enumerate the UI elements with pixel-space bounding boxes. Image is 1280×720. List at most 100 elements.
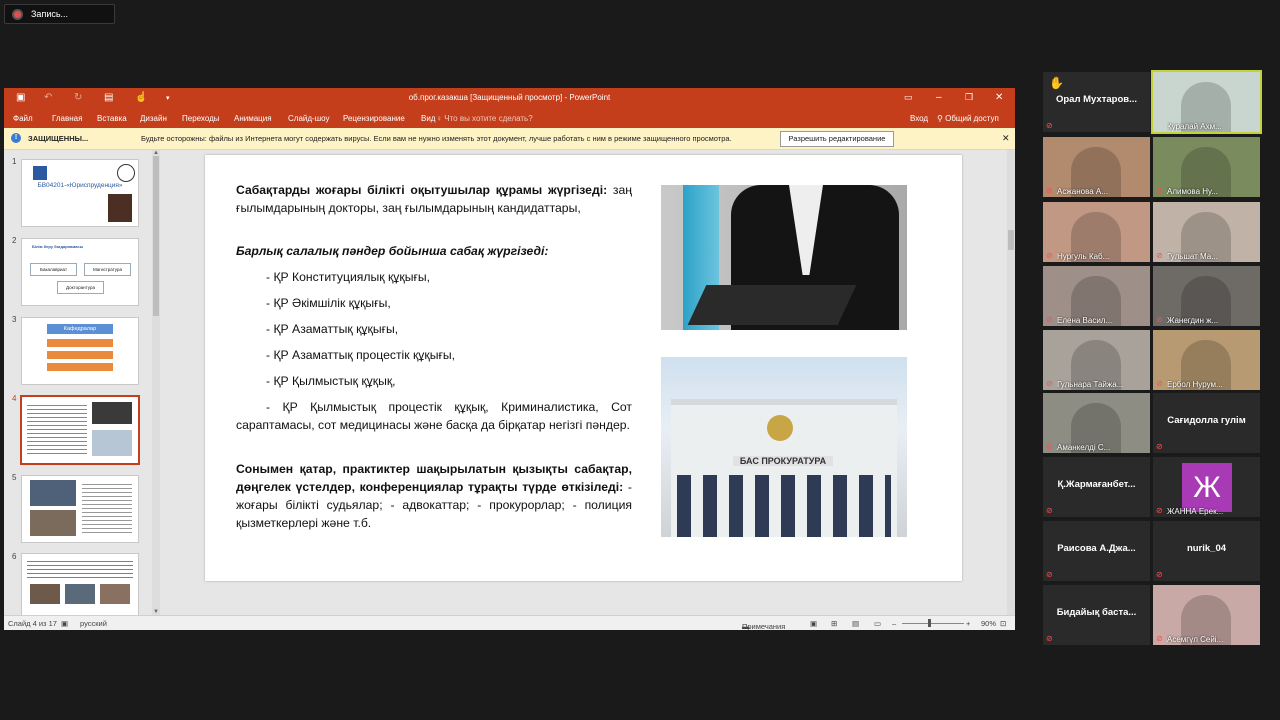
minimize-icon[interactable]: – bbox=[936, 92, 942, 103]
slide-thumb-6[interactable] bbox=[21, 553, 139, 621]
thumb-photo bbox=[100, 584, 130, 604]
language[interactable]: русский bbox=[80, 619, 107, 628]
thumb-text-lines bbox=[27, 558, 133, 578]
thumb-building-image bbox=[92, 430, 132, 456]
signin-link[interactable]: Вход bbox=[910, 114, 928, 123]
participant-tile[interactable]: Нургуль Каб... ⊘ bbox=[1043, 202, 1150, 262]
slide-thumb-1[interactable]: БВ04201-«Юриспруденция» bbox=[21, 159, 139, 227]
tab-animation[interactable]: Анимация bbox=[234, 114, 272, 123]
normal-view-icon[interactable]: ▣ bbox=[810, 619, 817, 628]
slide-canvas: Сабақтарды жоғары білікті оқытушылар құр… bbox=[163, 150, 1005, 615]
participant-tile[interactable]: Гульшат Ма... ⊘ bbox=[1153, 202, 1260, 262]
tell-me-search[interactable]: ♀ Что вы хотите сделать? bbox=[436, 114, 533, 123]
thumb-number: 1 bbox=[12, 157, 17, 166]
participant-name: Жанегдин ж... bbox=[1167, 316, 1219, 325]
tab-insert[interactable]: Вставка bbox=[97, 114, 127, 123]
participant-tile[interactable]: Орал Мухтаров... ✋ ⊘ bbox=[1043, 72, 1150, 132]
participant-tile[interactable]: Гульнара Тайжа... ⊘ bbox=[1043, 330, 1150, 390]
tab-review[interactable]: Рецензирование bbox=[343, 114, 405, 123]
scroll-thumb[interactable] bbox=[153, 156, 159, 316]
thumb-photo bbox=[30, 510, 76, 536]
seal-icon bbox=[117, 164, 135, 182]
close-icon[interactable]: ✕ bbox=[995, 92, 1003, 103]
tell-me-placeholder: Что вы хотите сделать? bbox=[444, 114, 533, 123]
participant-name: Раисова А.Джа... bbox=[1057, 543, 1136, 554]
zoom-out-icon[interactable]: – bbox=[892, 619, 896, 628]
scroll-thumb[interactable] bbox=[1008, 230, 1014, 250]
thumb-box-master: Магистратура bbox=[84, 263, 131, 276]
record-icon bbox=[14, 10, 21, 18]
avatar: Ж bbox=[1182, 463, 1232, 512]
muted-mic-icon: ⊘ bbox=[1156, 186, 1163, 195]
enable-editing-button[interactable]: Разрешить редактирование bbox=[780, 131, 894, 147]
fit-slide-icon[interactable]: ⊡ bbox=[1000, 619, 1006, 628]
zoom-level[interactable]: 90% bbox=[981, 619, 996, 628]
subject-item-last: - ҚР Қылмыстық процестік құқық, Криминал… bbox=[236, 400, 632, 432]
share-label: Общий доступ bbox=[945, 114, 999, 123]
subject-item: - ҚР Азаматтық процестік құқығы, bbox=[266, 348, 456, 362]
books-image bbox=[108, 194, 132, 222]
participant-tile[interactable]: Раисова А.Джа... ⊘ bbox=[1043, 521, 1150, 581]
slide-thumb-3[interactable]: Кафедралар bbox=[21, 317, 139, 385]
windows-row bbox=[677, 475, 891, 537]
participant-name: Қ.Жармағанбет... bbox=[1057, 479, 1136, 490]
thumb-text-lines bbox=[27, 402, 87, 456]
slide-thumb-2[interactable]: Білім беру бағдарламасы Бакалавриат Маги… bbox=[21, 238, 139, 306]
participant-tile[interactable]: Елена Васил... ⊘ bbox=[1043, 266, 1150, 326]
zoom-in-icon[interactable]: + bbox=[966, 619, 970, 628]
participant-tile[interactable]: Куралай Ахм... bbox=[1151, 70, 1262, 134]
tab-file[interactable]: Файл bbox=[13, 114, 33, 123]
muted-mic-icon: ⊘ bbox=[1046, 121, 1053, 130]
participant-tile[interactable]: Асжанова А... ⊘ bbox=[1043, 137, 1150, 197]
slide-thumb-4[interactable] bbox=[20, 395, 140, 465]
participant-tile[interactable]: Жанегдин ж... ⊘ bbox=[1153, 266, 1260, 326]
tab-slideshow[interactable]: Слайд-шоу bbox=[288, 114, 329, 123]
participant-tile[interactable]: Аманкелді С... ⊘ bbox=[1043, 393, 1150, 453]
muted-mic-icon: ⊘ bbox=[1046, 186, 1053, 195]
thumb-text-lines bbox=[82, 481, 132, 535]
muted-mic-icon: ⊘ bbox=[1156, 315, 1163, 324]
muted-mic-icon: ⊘ bbox=[1046, 442, 1053, 451]
participant-tile[interactable]: Қ.Жармағанбет... ⊘ bbox=[1043, 457, 1150, 517]
participant-name: Гульнара Тайжа... bbox=[1057, 380, 1124, 389]
zoom-slider-thumb[interactable] bbox=[928, 619, 931, 627]
participant-name: Гульшат Ма... bbox=[1167, 252, 1218, 261]
muted-mic-icon: ⊘ bbox=[1156, 634, 1163, 643]
subject-item: - ҚР Қылмыстық құқық, bbox=[266, 374, 396, 388]
slide-scrollbar[interactable] bbox=[1007, 150, 1015, 615]
ribbon-options-icon[interactable]: ▭ bbox=[904, 92, 913, 103]
slide-sorter-icon[interactable]: ⊞ bbox=[831, 619, 837, 628]
participant-tile[interactable]: Сағидолла гулім ⊘ bbox=[1153, 393, 1260, 453]
thumb-number: 6 bbox=[12, 552, 17, 561]
zoom-slider[interactable] bbox=[902, 623, 964, 624]
thumb-title: БВ04201-«Юриспруденция» bbox=[37, 182, 123, 189]
tab-view[interactable]: Вид bbox=[421, 114, 435, 123]
tab-design[interactable]: Дизайн bbox=[140, 114, 167, 123]
prosecutor-building-photo: БАС ПРОКУРАТУРА bbox=[661, 357, 907, 537]
participant-tile[interactable]: nurik_04 ⊘ bbox=[1153, 521, 1260, 581]
participant-tile[interactable]: Алимова Ну... ⊘ bbox=[1153, 137, 1260, 197]
thumb-photo bbox=[30, 584, 60, 604]
book-shape bbox=[687, 285, 857, 325]
slide-thumb-5[interactable] bbox=[21, 475, 139, 543]
participant-name: Бидайық баста... bbox=[1056, 607, 1137, 618]
slide-counter: Слайд 4 из 17 bbox=[8, 619, 57, 628]
participant-tile[interactable]: Бидайық баста... ⊘ bbox=[1043, 585, 1150, 645]
restore-icon[interactable]: ❐ bbox=[965, 92, 973, 103]
participant-name: Асжанова А... bbox=[1057, 187, 1108, 196]
reading-view-icon[interactable]: ▤ bbox=[852, 619, 859, 628]
tab-transitions[interactable]: Переходы bbox=[182, 114, 220, 123]
spellcheck-icon[interactable]: ▣ bbox=[61, 619, 68, 628]
participant-tile[interactable]: Ж ЖАННА Ерек... ⊘ bbox=[1153, 457, 1260, 517]
muted-mic-icon: ⊘ bbox=[1046, 634, 1053, 643]
thumb-number: 4 bbox=[12, 394, 17, 403]
participant-tile[interactable]: Ербол Нурум... ⊘ bbox=[1153, 330, 1260, 390]
thumbnail-scrollbar[interactable]: ▲ ▼ bbox=[152, 150, 160, 615]
close-warning-icon[interactable]: ✕ bbox=[1002, 133, 1010, 144]
muted-mic-icon: ⊘ bbox=[1156, 506, 1163, 515]
tab-home[interactable]: Главная bbox=[52, 114, 82, 123]
share-button[interactable]: ⚲ Общий доступ bbox=[937, 114, 999, 123]
slideshow-view-icon[interactable]: ▭ bbox=[874, 619, 881, 628]
participant-tile[interactable]: Асемгүл Сейі... ⊘ bbox=[1153, 585, 1260, 645]
building-sign: БАС ПРОКУРАТУРА bbox=[733, 456, 833, 466]
